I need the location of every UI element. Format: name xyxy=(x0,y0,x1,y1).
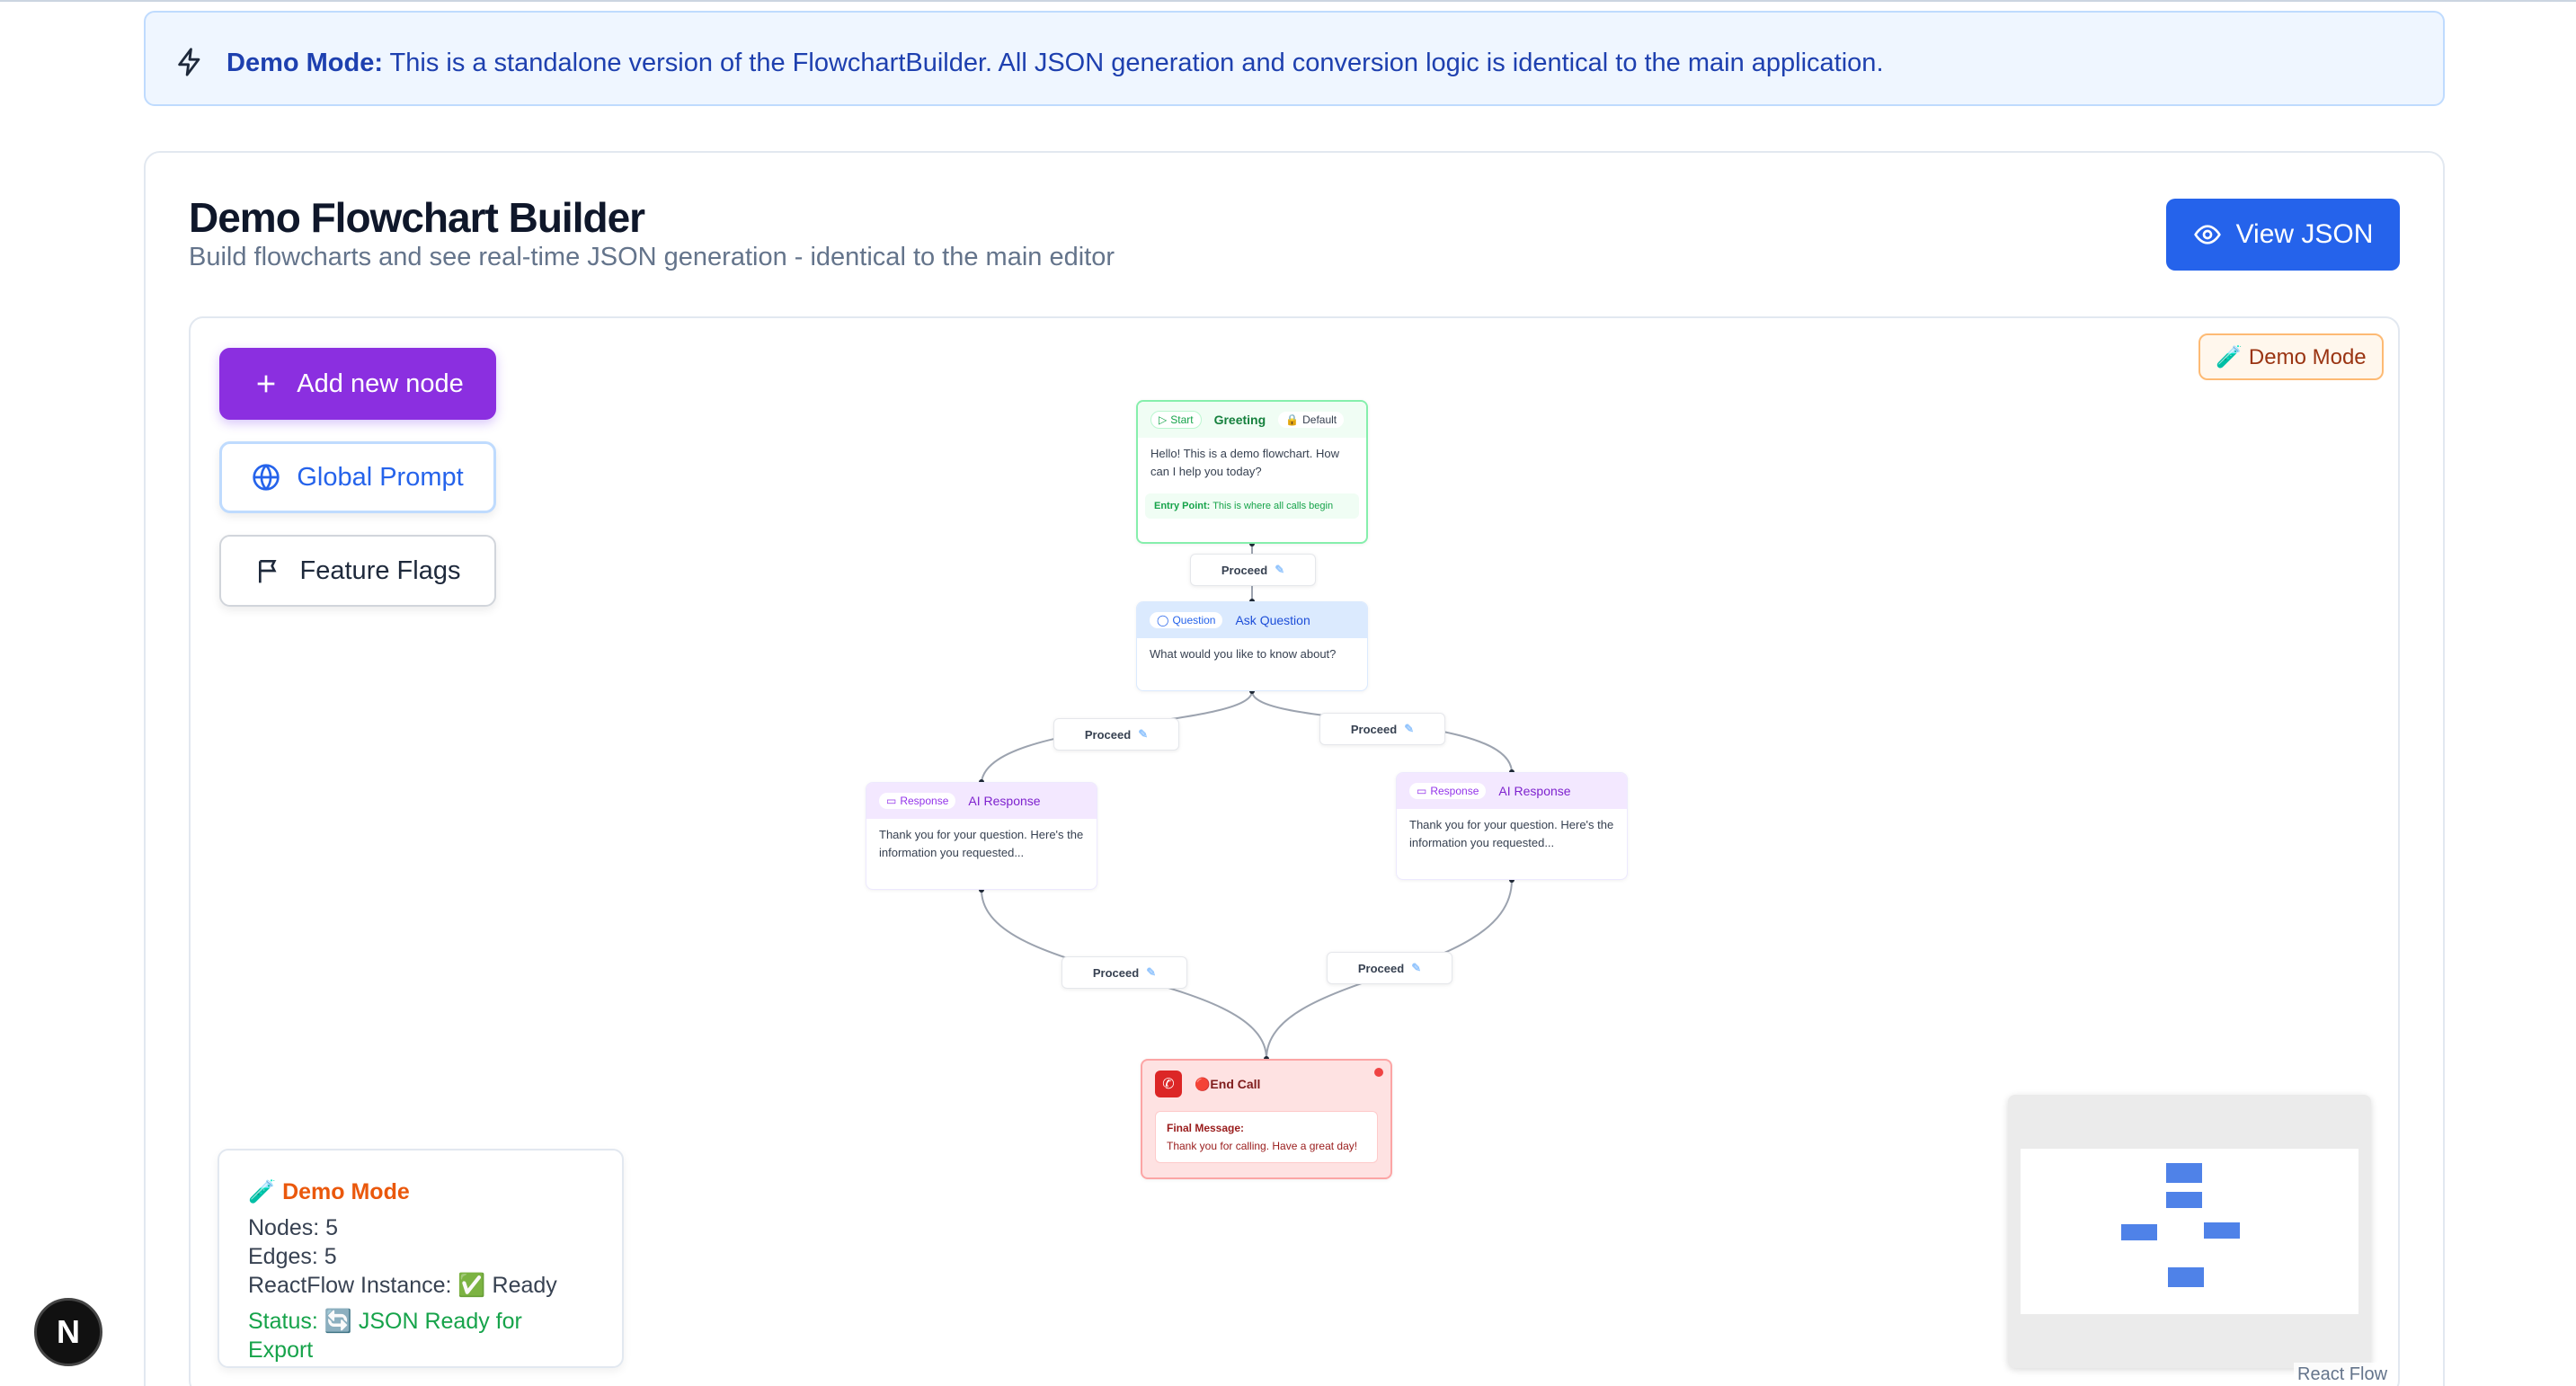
end-node-header: ✆ 🔴End Call xyxy=(1142,1061,1390,1107)
response-tag: ▭ Response xyxy=(879,793,956,809)
response-node-2[interactable]: ▭ Response AI Response Thank you for your… xyxy=(1396,772,1628,880)
question-tag: ◯ Question xyxy=(1150,612,1223,628)
response-node-title: AI Response xyxy=(968,794,1041,808)
message-icon: ▭ xyxy=(1417,785,1427,797)
edge-label-proceed[interactable]: Proceed ✎ xyxy=(1190,554,1316,586)
pencil-icon: ✎ xyxy=(1146,965,1157,979)
response-node-1[interactable]: ▭ Response AI Response Thank you for your… xyxy=(866,782,1097,890)
flag-icon xyxy=(258,560,277,583)
feature-flags-button[interactable]: Feature Flags xyxy=(219,535,496,607)
demo-banner: Demo Mode: This is a standalone version … xyxy=(144,11,2445,106)
start-node[interactable]: ▷ Start Greeting 🔒 Default Hello! This is … xyxy=(1136,400,1368,544)
stats-instance: ReactFlow Instance: ✅ Ready xyxy=(248,1273,557,1298)
question-node[interactable]: ◯ Question Ask Question What would you li… xyxy=(1136,601,1368,691)
chat-icon: ◯ xyxy=(1157,614,1169,626)
pencil-icon: ✎ xyxy=(1275,563,1285,576)
edge-label-proceed[interactable]: Proceed ✎ xyxy=(1319,713,1445,745)
pencil-icon: ✎ xyxy=(1404,722,1415,735)
end-call-node[interactable]: ✆ 🔴End Call Final Message: Thank you for… xyxy=(1141,1059,1392,1179)
pencil-icon: ✎ xyxy=(1138,727,1149,741)
final-message-label: Final Message: xyxy=(1167,1122,1245,1134)
entry-point-text: This is where all calls begin xyxy=(1212,501,1334,511)
banner-message: Demo Mode: This is a standalone version … xyxy=(227,49,1884,78)
response-node-text: Thank you for your question. Here's the … xyxy=(879,828,1084,859)
final-message-text: Thank you for calling. Have a great day! xyxy=(1167,1140,1358,1152)
lock-icon: 🔒 xyxy=(1285,413,1300,426)
minimap-node xyxy=(2166,1163,2202,1183)
message-icon: ▭ xyxy=(886,795,897,807)
feature-flags-label: Feature Flags xyxy=(299,555,461,585)
minimap-node xyxy=(2121,1224,2157,1240)
top-border xyxy=(0,0,2576,2)
stats-edges: Edges: 5 xyxy=(248,1244,337,1269)
add-node-label: Add new node xyxy=(297,369,464,398)
edge-label-proceed[interactable]: Proceed ✎ xyxy=(1061,956,1187,989)
add-node-button[interactable]: Add new node xyxy=(219,348,496,420)
view-json-label: View JSON xyxy=(2235,219,2374,249)
default-tag: 🔒 Default xyxy=(1278,412,1345,428)
response-tag-label: Response xyxy=(1430,785,1479,797)
minimap-node xyxy=(2166,1192,2202,1208)
start-tag: ▷ Start xyxy=(1150,411,1202,429)
entry-point-label: Entry Point: xyxy=(1154,501,1211,511)
default-tag-label: Default xyxy=(1302,413,1337,426)
minimap-viewport xyxy=(2021,1149,2358,1314)
page-title: Demo Flowchart Builder xyxy=(189,194,645,241)
response-tag-label: Response xyxy=(900,795,949,807)
edge-label-text: Proceed xyxy=(1092,965,1140,980)
view-json-button[interactable]: View JSON xyxy=(2166,199,2400,271)
edge-label-proceed[interactable]: Proceed ✎ xyxy=(1053,718,1179,751)
lightning-icon xyxy=(178,48,200,76)
response-node-text: Thank you for your question. Here's the … xyxy=(1409,818,1614,849)
pencil-icon: ✎ xyxy=(1411,961,1422,974)
response-node-header: ▭ Response AI Response xyxy=(1397,773,1627,809)
stats-status: Status: 🔄 JSON Ready for Export xyxy=(248,1309,522,1363)
global-prompt-label: Global Prompt xyxy=(297,462,464,492)
nextjs-dev-badge[interactable]: N xyxy=(34,1298,102,1366)
entry-point-box: Entry Point: This is where all calls beg… xyxy=(1145,493,1359,519)
question-node-header: ◯ Question Ask Question xyxy=(1137,602,1367,638)
global-prompt-button[interactable]: Global Prompt xyxy=(219,441,496,513)
minimap[interactable] xyxy=(2008,1095,2371,1368)
minimap-node xyxy=(2204,1222,2240,1239)
final-message-box: Final Message: Thank you for calling. Ha… xyxy=(1155,1111,1378,1163)
stats-panel: 🧪 Demo Mode Nodes: 5 Edges: 5 ReactFlow … xyxy=(218,1149,624,1368)
banner-label: Demo Mode: xyxy=(227,49,383,77)
demo-mode-badge: 🧪 Demo Mode xyxy=(2198,333,2384,380)
play-icon: ▷ xyxy=(1159,413,1168,426)
status-dot xyxy=(1374,1068,1383,1077)
react-flow-attribution[interactable]: React Flow xyxy=(2294,1363,2392,1386)
question-tag-label: Question xyxy=(1172,614,1216,626)
stats-nodes: Nodes: 5 xyxy=(248,1215,339,1240)
edge-label-proceed[interactable]: Proceed ✎ xyxy=(1327,952,1452,984)
edge-label-text: Proceed xyxy=(1357,961,1405,975)
eye-icon xyxy=(2193,225,2221,244)
response-tag: ▭ Response xyxy=(1409,783,1487,799)
question-node-text: What would you like to know about? xyxy=(1150,647,1337,661)
start-node-text: Hello! This is a demo flowchart. How can… xyxy=(1150,447,1340,478)
response-node-header: ▭ Response AI Response xyxy=(866,783,1097,819)
start-node-title: Greeting xyxy=(1213,413,1266,427)
banner-text: This is a standalone version of the Flow… xyxy=(383,49,1884,77)
response-node-title: AI Response xyxy=(1498,784,1571,798)
plus-icon xyxy=(257,375,275,393)
start-tag-label: Start xyxy=(1170,413,1194,426)
edge-label-text: Proceed xyxy=(1084,727,1132,742)
question-node-title: Ask Question xyxy=(1235,613,1310,627)
globe-icon xyxy=(253,464,280,491)
edge-label-text: Proceed xyxy=(1350,722,1398,736)
page-subtitle: Build flowcharts and see real-time JSON … xyxy=(189,243,1115,271)
phone-off-icon: ✆ xyxy=(1155,1071,1182,1097)
end-node-title: 🔴End Call xyxy=(1195,1076,1261,1091)
stats-title: 🧪 Demo Mode xyxy=(248,1179,410,1204)
start-node-header: ▷ Start Greeting 🔒 Default xyxy=(1138,402,1366,438)
minimap-node xyxy=(2168,1267,2204,1287)
edge-label-text: Proceed xyxy=(1221,563,1268,577)
